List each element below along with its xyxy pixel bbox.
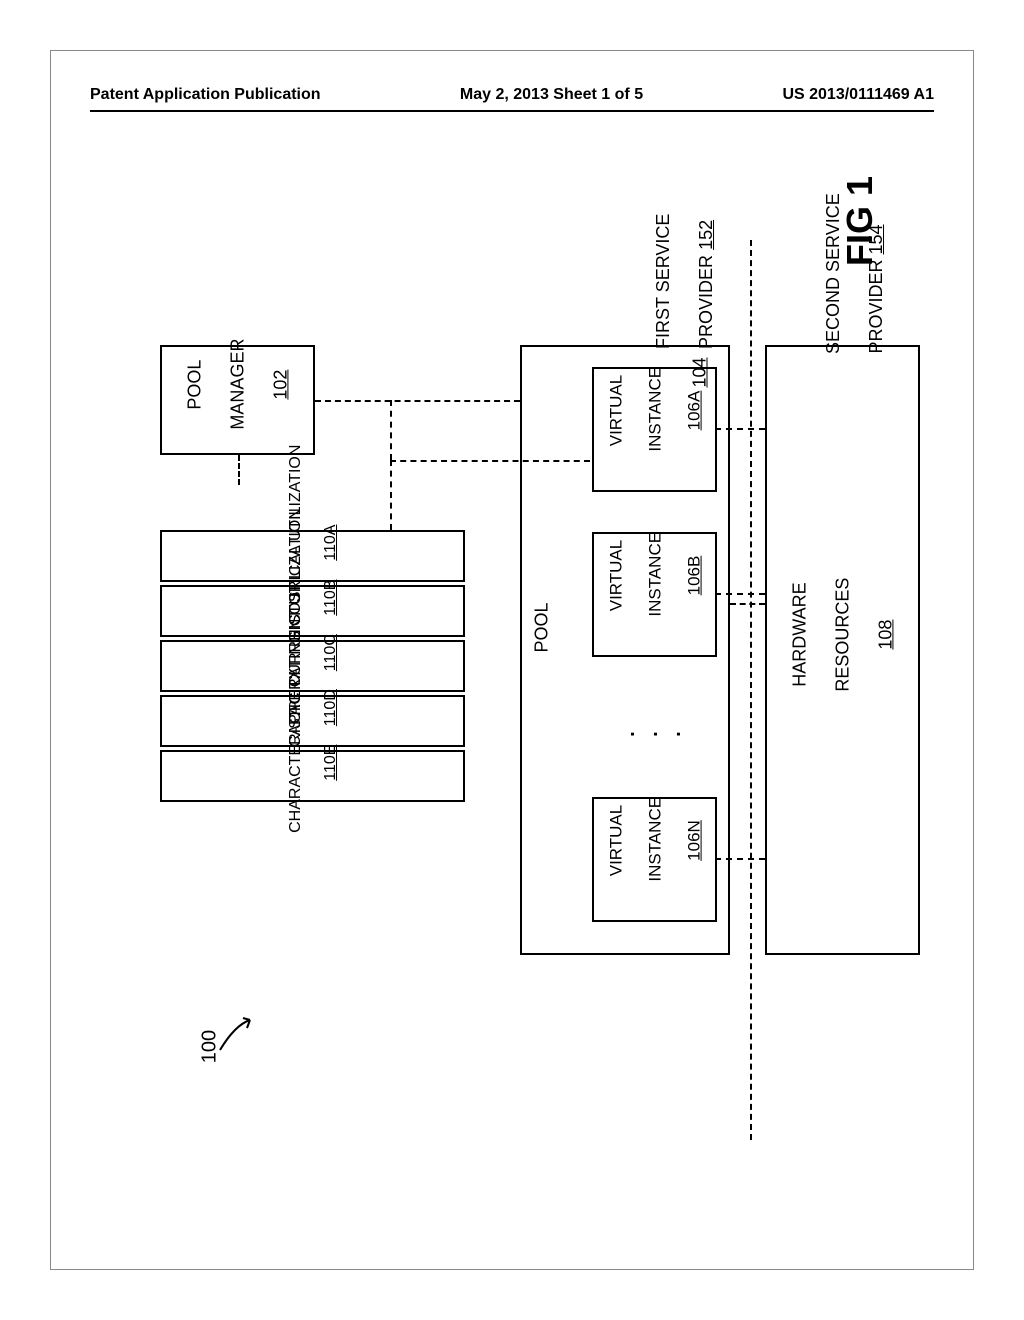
vi-b-line1: VIRTUAL	[606, 540, 625, 612]
first-service-provider-label: FIRST SERVICE PROVIDER 152	[630, 250, 740, 310]
virtual-instance-b-box: VIRTUAL INSTANCE 106B	[592, 532, 717, 657]
connector-poolmgr-down	[390, 400, 392, 460]
vi-a-line2: INSTANCE	[645, 367, 664, 452]
virtual-instance-n-box: VIRTUAL INSTANCE 106N	[592, 797, 717, 922]
vi-n-ref: 106N	[684, 820, 703, 861]
header-center: May 2, 2013 Sheet 1 of 5	[460, 86, 643, 104]
metric-4-ref: 110E	[321, 745, 338, 781]
vi-a-line1: VIRTUAL	[606, 375, 625, 447]
first-service-line1: FIRST SERVICE	[653, 214, 673, 349]
connector-vi-b-to-hw	[715, 593, 765, 595]
first-service-ref: 152	[696, 220, 716, 250]
connector-vi-a-to-hw	[715, 428, 765, 430]
pool-box: POOL 104 VIRTUAL INSTANCE 106A VIRTUAL I…	[520, 345, 730, 955]
first-service-line2: PROVIDER	[696, 255, 716, 349]
header-left: Patent Application Publication	[90, 86, 321, 104]
hardware-line2: RESOURCES	[832, 578, 852, 692]
connector-metrics-to-vi-v1	[390, 460, 392, 530]
second-service-line2: PROVIDER	[866, 260, 886, 354]
figure-number-container: 100	[160, 1025, 280, 1085]
provider-separator	[750, 240, 752, 1140]
connector-vi-n-to-hw	[715, 858, 765, 860]
connector-poolmgr-to-pool	[315, 400, 520, 402]
pool-manager-ref: 102	[270, 370, 290, 400]
connector-vi-b-to-hw-2	[730, 603, 765, 605]
pool-label: POOL	[532, 598, 553, 658]
hardware-ref: 108	[875, 620, 895, 650]
vi-b-line2: INSTANCE	[645, 532, 664, 617]
second-service-provider-label: SECOND SERVICE PROVIDER 154	[800, 250, 910, 310]
vi-a-ref: 106A	[684, 391, 703, 431]
metric-4-label: CHARACTERISTIC	[286, 692, 303, 832]
connector-poolmgr-vert	[238, 455, 240, 485]
page-header: Patent Application Publication May 2, 20…	[90, 86, 934, 104]
virtual-instance-a-box: VIRTUAL INSTANCE 106A	[592, 367, 717, 492]
ellipsis-dots: · · ·	[623, 712, 692, 752]
header-rule	[90, 110, 934, 112]
diagram-area: FIG 1 FIRST SERVICE PROVIDER 152 SECOND …	[90, 170, 934, 1230]
second-service-ref: 154	[866, 224, 886, 254]
hardware-line1: HARDWARE	[789, 583, 809, 687]
vi-n-line1: VIRTUAL	[606, 805, 625, 877]
pool-manager-line2: MANAGER	[227, 339, 247, 430]
characteristic-box: CHARACTERISTIC 110E	[160, 750, 465, 802]
pool-manager-line1: POOL	[184, 360, 204, 410]
vi-b-ref: 106B	[684, 556, 703, 596]
header-right: US 2013/0111469 A1	[782, 86, 934, 104]
vi-n-line2: INSTANCE	[645, 797, 664, 882]
hardware-resources-box: HARDWARE RESOURCES 108	[765, 345, 920, 955]
arrow-curve-icon	[215, 1010, 265, 1060]
second-service-line1: SECOND SERVICE	[823, 193, 843, 354]
connector-metrics-to-vi-h	[390, 460, 590, 462]
